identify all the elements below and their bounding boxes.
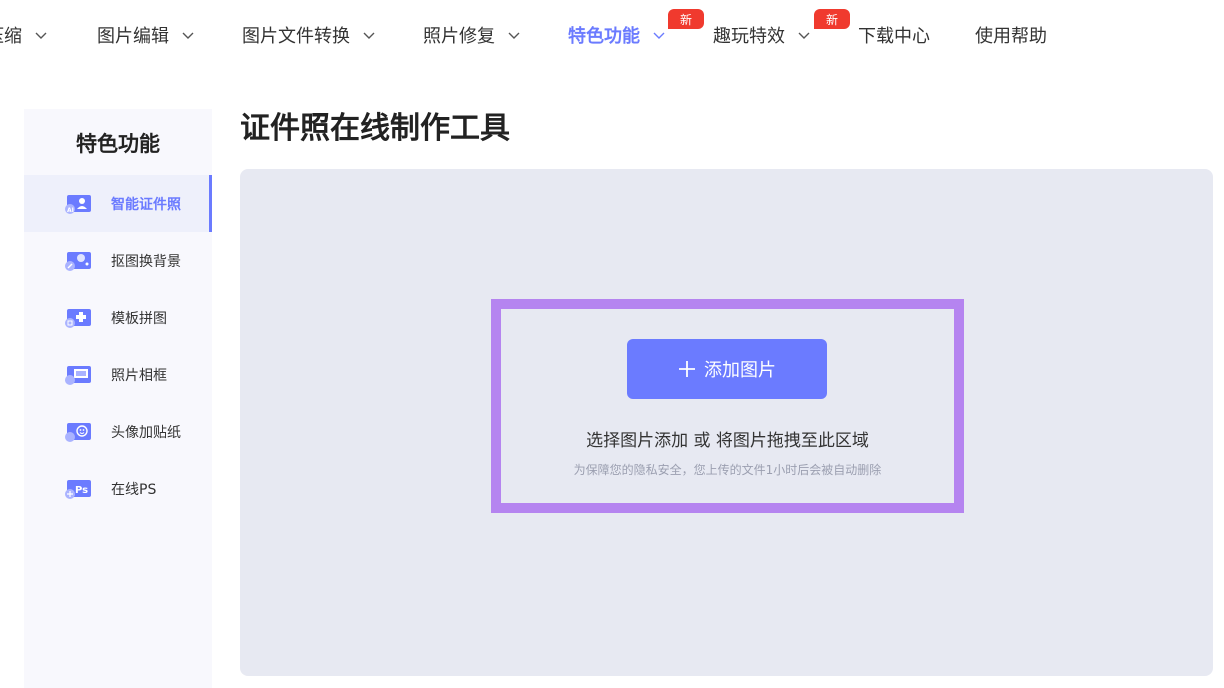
nav-item-file-convert[interactable]: 图片文件转换 xyxy=(242,0,376,70)
chevron-down-icon xyxy=(797,28,811,42)
nav-item-label: 图片编辑 xyxy=(97,26,169,47)
template-collage-icon xyxy=(64,307,92,329)
add-image-button[interactable]: 添加图片 xyxy=(627,339,827,399)
sidebar-item-template-collage[interactable]: 模板拼图 xyxy=(24,289,212,346)
sidebar-item-label: 头像加贴纸 xyxy=(111,424,181,441)
sidebar-item-label: 在线PS xyxy=(111,481,157,498)
sidebar-item-cutout-background[interactable]: 抠图换背景 xyxy=(24,232,212,289)
sidebar: 特色功能 AI 智能证件照 抠图换背景 模板拼图 照片相框 头像加贴纸 Ps 在… xyxy=(24,109,212,688)
nav-item-label: 趣玩特效 xyxy=(713,26,785,47)
sidebar-item-photo-frame[interactable]: 照片相框 xyxy=(24,346,212,403)
sidebar-item-label: 照片相框 xyxy=(111,367,167,384)
chevron-down-icon xyxy=(362,28,376,42)
cutout-background-icon xyxy=(64,250,92,272)
avatar-sticker-icon xyxy=(64,421,92,443)
photo-frame-icon xyxy=(64,364,92,386)
nav-item-help[interactable]: 使用帮助 xyxy=(975,0,1047,70)
chevron-down-icon xyxy=(652,28,666,42)
nav-item-label: 图片文件转换 xyxy=(242,26,350,47)
drop-hint: 选择图片添加 或 将图片拖拽至此区域 xyxy=(586,430,869,451)
nav-item-label: 特色功能 xyxy=(568,26,640,47)
nav-item-image-edit[interactable]: 图片编辑 xyxy=(97,0,195,70)
plus-icon xyxy=(678,360,696,378)
nav-item-label: 压缩 xyxy=(0,26,22,47)
sidebar-item-id-photo[interactable]: AI 智能证件照 xyxy=(24,175,212,232)
nav-item-compress[interactable]: 压缩 xyxy=(0,0,48,70)
id-photo-icon: AI xyxy=(64,193,92,215)
chevron-down-icon xyxy=(34,28,48,42)
nav-item-label: 照片修复 xyxy=(423,26,495,47)
chevron-down-icon xyxy=(507,28,521,42)
sidebar-item-label: 抠图换背景 xyxy=(111,253,181,270)
nav-item-label: 下载中心 xyxy=(858,26,930,47)
drop-zone[interactable] xyxy=(491,299,964,513)
nav-item-fun-effects[interactable]: 趣玩特效 xyxy=(713,0,811,70)
privacy-note: 为保障您的隐私安全，您上传的文件1小时后会被自动删除 xyxy=(573,462,882,477)
svg-text:Ps: Ps xyxy=(75,485,88,496)
new-badge: 新 xyxy=(814,9,850,29)
sidebar-title: 特色功能 xyxy=(76,132,160,156)
nav-item-label: 使用帮助 xyxy=(975,26,1047,47)
add-image-button-label: 添加图片 xyxy=(704,360,776,381)
page-title: 证件照在线制作工具 xyxy=(240,111,510,146)
nav-item-featured[interactable]: 特色功能 xyxy=(568,0,666,70)
sidebar-item-label: 模板拼图 xyxy=(111,310,167,327)
sidebar-item-online-ps[interactable]: Ps 在线PS xyxy=(24,460,212,517)
top-nav: 压缩 图片编辑 图片文件转换 照片修复 特色功能 新 趣玩特效 新 xyxy=(0,0,1224,70)
svg-text:AI: AI xyxy=(67,207,74,214)
sidebar-item-label: 智能证件照 xyxy=(111,196,181,213)
new-badge: 新 xyxy=(668,9,704,29)
chevron-down-icon xyxy=(181,28,195,42)
sidebar-item-avatar-sticker[interactable]: 头像加贴纸 xyxy=(24,403,212,460)
online-ps-icon: Ps xyxy=(64,478,92,500)
nav-item-photo-repair[interactable]: 照片修复 xyxy=(423,0,521,70)
nav-item-download-center[interactable]: 下载中心 xyxy=(858,0,930,70)
